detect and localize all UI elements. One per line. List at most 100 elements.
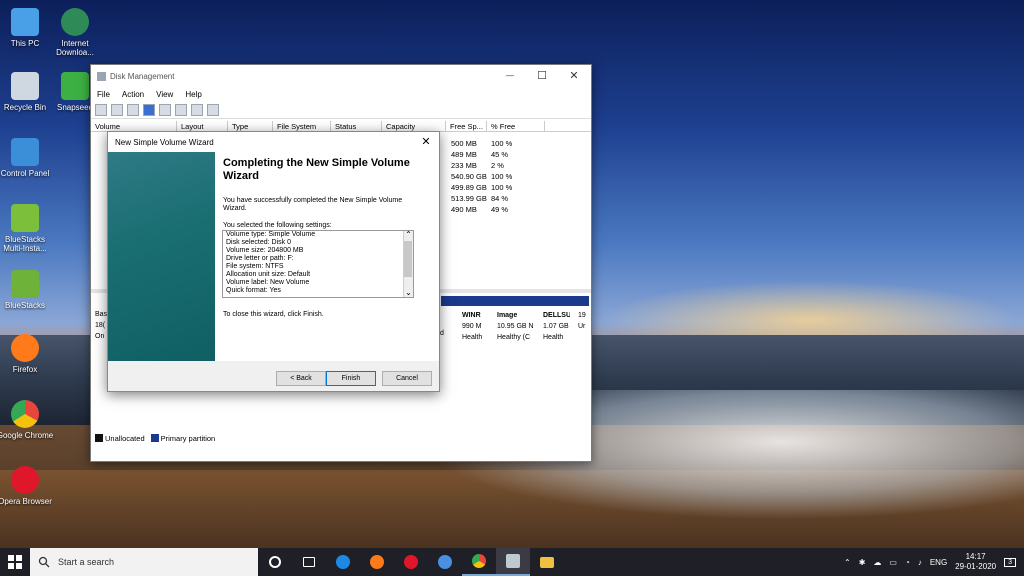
maximize-button[interactable]: ☐ — [527, 65, 557, 87]
close-instruction: To close this wizard, click Finish. — [223, 311, 324, 318]
bluestacks-icon — [11, 204, 39, 232]
taskbar-opera[interactable] — [394, 548, 428, 576]
partition-dellsupport[interactable]: DELLSU 1.07 GB Health — [540, 308, 570, 358]
close-icon[interactable]: ✕ — [417, 134, 435, 150]
date: 29-01-2020 — [955, 562, 997, 571]
col-layout[interactable]: Layout — [177, 121, 228, 131]
table-row[interactable]: 499.89 GB 100 % — [451, 182, 512, 193]
percent-free-cell: 2 % — [491, 161, 504, 170]
desktop-icon-opera[interactable]: Opera Browser — [0, 466, 54, 506]
col-percent-free[interactable]: % Free — [487, 121, 545, 131]
back-button[interactable]: < Back — [276, 371, 326, 386]
cancel-button[interactable]: Cancel — [382, 371, 432, 386]
desktop-icon-label: BlueStacks — [4, 301, 46, 310]
scroll-down-icon[interactable]: ⌄ — [404, 288, 413, 297]
notifications-icon[interactable]: 3 — [1004, 557, 1016, 567]
forward-arrow-icon[interactable] — [111, 103, 123, 116]
setting-line: Volume type: Simple Volume — [226, 231, 316, 238]
close-button[interactable]: ✕ — [559, 65, 589, 87]
partition-status: Health — [462, 334, 483, 341]
language-indicator[interactable]: ENG — [930, 558, 947, 567]
disk-label-panel[interactable]: Bas 18( On — [95, 309, 107, 342]
setting-line: Volume label: New Volume — [226, 279, 310, 286]
finish-button[interactable]: Finish — [326, 371, 376, 386]
partition-stub[interactable]: d — [440, 330, 444, 337]
free-space-cell: 540.90 GB — [451, 172, 487, 181]
free-space-cell: 490 MB — [451, 205, 477, 214]
table-row[interactable]: 540.90 GB 100 % — [451, 171, 512, 182]
back-arrow-icon[interactable] — [95, 103, 107, 116]
network-icon[interactable]: ◔ — [905, 558, 910, 567]
connect-icon[interactable] — [175, 103, 187, 116]
col-volume[interactable]: Volume — [91, 121, 177, 131]
volume-icon[interactable]: ♪ — [918, 558, 922, 567]
desktop-icon-bluestacks[interactable]: BlueStacks — [0, 270, 54, 310]
properties-icon[interactable] — [159, 103, 171, 116]
console-icon[interactable] — [207, 103, 219, 116]
settings-listbox[interactable]: Volume type: Simple Volume Disk selected… — [222, 230, 414, 298]
cortana-button[interactable] — [258, 548, 292, 576]
desktop-icon-bluestacks-multi[interactable]: BlueStacks Multi-Insta... — [0, 204, 54, 253]
partition-image[interactable]: Image 10.95 GB N Healthy (C — [494, 308, 536, 358]
chrome-icon — [472, 554, 486, 568]
bluetooth-icon[interactable]: ✱ — [859, 558, 866, 567]
table-row[interactable]: 233 MB 2 % — [451, 160, 504, 171]
table-row[interactable]: 490 MB 49 % — [451, 204, 508, 215]
menu-view[interactable]: View — [156, 90, 173, 99]
minimize-button[interactable]: — — [495, 65, 525, 87]
chevron-up-icon[interactable]: ⌃ — [844, 558, 851, 567]
time: 14:17 — [965, 552, 986, 561]
desktop-icon-idm[interactable]: Internet Downloa... — [46, 8, 104, 57]
wizard-body: Completing the New Simple Volume Wizard … — [108, 152, 439, 361]
volume-list-icon[interactable] — [127, 103, 139, 116]
partition-winre[interactable]: WINR 990 M Health — [459, 308, 487, 358]
battery-icon[interactable]: ▭ — [889, 558, 897, 567]
window-title: Disk Management — [110, 71, 175, 81]
taskbar-chrome[interactable] — [462, 548, 496, 576]
desktop-icon-label: Firefox — [12, 365, 38, 374]
recycle-bin-icon — [11, 72, 39, 100]
partition-status: Ur — [578, 323, 586, 330]
taskbar-disk-management[interactable] — [496, 548, 530, 576]
col-free-space[interactable]: Free Sp... — [446, 121, 487, 131]
menu-action[interactable]: Action — [122, 90, 144, 99]
onedrive-icon[interactable]: ☁ — [873, 558, 881, 567]
desktop-icon-firefox[interactable]: Firefox — [0, 334, 54, 374]
desktop-icon-label: Control Panel — [0, 169, 50, 178]
setting-line: Quick format: Yes — [226, 287, 281, 294]
percent-free-cell: 84 % — [491, 194, 509, 203]
free-space-cell: 513.99 GB — [451, 194, 487, 203]
percent-free-cell: 100 % — [491, 139, 513, 148]
desktop-icon-control-panel[interactable]: Control Panel — [0, 138, 54, 178]
table-row[interactable]: 500 MB 100 % — [451, 138, 512, 149]
task-view-button[interactable] — [292, 548, 326, 576]
bluestacks-icon — [11, 270, 39, 298]
taskbar-edge[interactable] — [326, 548, 360, 576]
chrome-icon — [11, 400, 39, 428]
menu-help[interactable]: Help — [185, 90, 201, 99]
table-row[interactable]: 513.99 GB 84 % — [451, 193, 508, 204]
scroll-thumb[interactable] — [404, 241, 412, 277]
search-icon — [38, 556, 50, 568]
taskbar-search-box[interactable]: Start a search — [30, 548, 258, 576]
table-row[interactable]: 489 MB 45 % — [451, 149, 508, 160]
partition-unallocated[interactable]: 19 Ur — [575, 308, 589, 358]
taskbar-file-explorer[interactable] — [530, 548, 564, 576]
scroll-up-icon[interactable]: ⌃ — [404, 231, 413, 239]
settings-scrollbar[interactable]: ⌃ ⌄ — [403, 231, 413, 297]
firefox-icon — [11, 334, 39, 362]
menu-file[interactable]: File — [97, 90, 110, 99]
col-file-system[interactable]: File System — [273, 121, 331, 131]
col-type[interactable]: Type — [228, 121, 273, 131]
desktop-icon-chrome[interactable]: Google Chrome — [0, 400, 54, 440]
desktop-icon-label: This PC — [10, 39, 40, 48]
col-capacity[interactable]: Capacity — [382, 121, 446, 131]
wizard-sidebar-image — [108, 152, 215, 361]
taskbar-browser[interactable] — [428, 548, 462, 576]
check-icon[interactable] — [191, 103, 203, 116]
start-button[interactable] — [0, 548, 30, 576]
taskbar-firefox[interactable] — [360, 548, 394, 576]
clock[interactable]: 14:17 29-01-2020 — [955, 552, 996, 572]
col-status[interactable]: Status — [331, 121, 382, 131]
help-icon[interactable] — [143, 103, 155, 116]
